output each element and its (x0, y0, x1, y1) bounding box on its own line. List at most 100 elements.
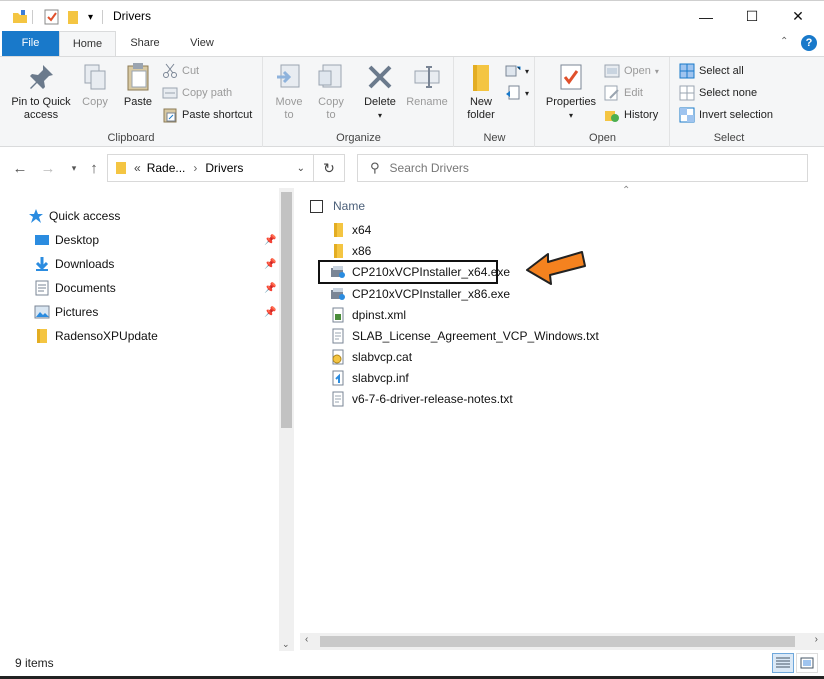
cut-label: Cut (182, 65, 200, 77)
properties-check-icon[interactable] (44, 8, 60, 26)
select-all-button[interactable]: Select all (679, 61, 744, 81)
up-arrow-icon[interactable]: ↑ (84, 158, 104, 178)
pin-to-quick-access-button[interactable]: Pin to Quick access (6, 61, 76, 122)
copy-button[interactable]: Copy (76, 61, 114, 109)
breadcrumb-overflow[interactable]: « (134, 161, 141, 175)
cut-button[interactable]: Cut (162, 61, 199, 81)
sidebar-item-downloads[interactable]: Downloads (34, 253, 114, 275)
open-label: Open (624, 65, 651, 77)
tab-share[interactable]: Share (119, 31, 171, 56)
paste-shortcut-button[interactable]: Paste shortcut (162, 105, 252, 125)
scroll-down-icon[interactable]: ⌄ (282, 639, 290, 650)
recent-locations-icon[interactable]: ▾ (64, 158, 84, 178)
delete-dropdown-icon[interactable]: ▾ (360, 109, 400, 122)
sidebar-item-documents[interactable]: Documents (34, 277, 116, 299)
copy-to-button[interactable]: Copy to (312, 61, 350, 122)
back-arrow-icon[interactable]: ← (10, 158, 30, 178)
delete-button[interactable]: Delete ▾ (360, 61, 400, 122)
list-item[interactable]: slabvcp.inf (330, 367, 409, 388)
star-icon (28, 208, 44, 224)
window-title: Drivers (113, 9, 151, 23)
scroll-right-icon[interactable]: › (815, 634, 818, 645)
history-button[interactable]: History (604, 105, 658, 125)
address-dropdown-icon[interactable]: ⌄ (297, 163, 305, 174)
properties-dropdown-icon[interactable]: ▾ (542, 109, 600, 122)
help-icon[interactable]: ? (801, 35, 817, 51)
new-item-button[interactable]: ▾ (505, 61, 529, 81)
properties-label: Properties (545, 96, 597, 108)
rename-button[interactable]: Rename (404, 61, 450, 109)
quick-access-item[interactable]: Quick access (28, 205, 120, 227)
clipboard-group-label: Clipboard (107, 132, 155, 144)
ribbon-tabs: File Home Share View ⌃ ? (0, 31, 824, 57)
close-button[interactable]: ✕ (775, 1, 821, 32)
edit-button[interactable]: Edit (604, 83, 643, 103)
search-input[interactable]: ⚲ Search Drivers (357, 154, 808, 182)
scroll-left-icon[interactable]: ‹ (305, 634, 308, 645)
paste-button[interactable]: Paste (118, 61, 158, 109)
sidebar-item-pictures[interactable]: Pictures (34, 301, 98, 323)
list-item[interactable]: x86 (330, 240, 371, 261)
pin-label-1: Pin to Quick (11, 96, 71, 108)
pin-icon[interactable]: 📌 (264, 307, 276, 318)
sidebar-item-label: Documents (55, 281, 116, 295)
list-item[interactable]: slabvcp.cat (330, 346, 412, 367)
sort-ascending-icon[interactable]: ⌃ (622, 185, 630, 196)
open-dropdown-icon: ▾ (654, 66, 659, 76)
folder-icon (330, 243, 346, 259)
copy-path-button[interactable]: Copy path (162, 83, 232, 103)
paste-icon (122, 61, 154, 93)
details-view-button[interactable] (772, 653, 794, 673)
name-column-header[interactable]: Name (310, 194, 365, 218)
list-item[interactable]: SLAB_License_Agreement_VCP_Windows.txt (330, 325, 599, 346)
open-icon (604, 63, 620, 79)
breadcrumb-radenso[interactable]: Rade... (147, 161, 186, 175)
history-icon (604, 107, 620, 123)
tab-file[interactable]: File (2, 31, 59, 56)
select-all-label: Select all (699, 65, 744, 77)
title-divider (102, 10, 103, 24)
folder-properties-icon[interactable] (12, 8, 28, 26)
tab-view[interactable]: View (176, 31, 228, 56)
select-all-checkbox[interactable] (310, 199, 323, 213)
easy-access-dropdown-icon: ▾ (525, 88, 530, 98)
properties-button[interactable]: Properties ▾ (542, 61, 600, 122)
new-folder-quick-icon[interactable] (66, 8, 80, 26)
easy-access-button[interactable]: ▾ (505, 83, 529, 103)
tab-home[interactable]: Home (59, 31, 116, 57)
horizontal-scrollbar[interactable]: ‹ › (300, 633, 824, 650)
clipboard-group: Pin to Quick access Copy Paste Cut Copy … (0, 57, 263, 147)
open-button[interactable]: Open ▾ (604, 61, 659, 81)
select-none-button[interactable]: Select none (679, 83, 757, 103)
new-group-label: New (483, 132, 506, 144)
minimize-button[interactable]: — (683, 1, 729, 32)
customize-quick-access-icon[interactable]: ▾ (88, 8, 93, 26)
scrollbar-thumb[interactable] (281, 192, 292, 428)
sidebar-item-radensoxpupdate[interactable]: RadensoXPUpdate (34, 325, 158, 347)
new-folder-button[interactable]: New folder (461, 61, 501, 122)
list-item[interactable]: v6-7-6-driver-release-notes.txt (330, 388, 513, 409)
sidebar-item-desktop[interactable]: Desktop (34, 229, 99, 251)
list-item[interactable]: CP210xVCPInstaller_x86.exe (330, 283, 510, 304)
properties-icon (555, 61, 587, 93)
pin-icon[interactable]: 📌 (264, 259, 276, 270)
refresh-button[interactable]: ↻ (314, 154, 345, 182)
list-item[interactable]: dpinst.xml (330, 304, 406, 325)
move-to-button[interactable]: Move to (270, 61, 308, 122)
list-item[interactable]: x64 (330, 219, 371, 240)
pin-icon[interactable]: 📌 (264, 283, 276, 294)
large-icons-view-button[interactable] (796, 653, 818, 673)
address-bar[interactable]: « Rade... › Drivers ⌄ (107, 154, 314, 182)
search-icon: ⚲ (370, 160, 380, 175)
invert-selection-button[interactable]: Invert selection (679, 105, 773, 125)
new-folder-label-1: New (469, 96, 492, 108)
toolbar-divider (32, 10, 33, 24)
expand-ribbon-icon[interactable]: ⌃ (780, 36, 788, 47)
maximize-button[interactable]: ☐ (729, 1, 775, 32)
name-column-label: Name (333, 199, 366, 213)
pin-icon[interactable]: 📌 (264, 235, 276, 246)
breadcrumb-drivers[interactable]: Drivers (205, 161, 243, 175)
forward-arrow-icon[interactable]: → (38, 158, 58, 178)
scrollbar-thumb[interactable] (320, 636, 795, 647)
navigation-scrollbar[interactable]: ⌄ (279, 188, 294, 651)
